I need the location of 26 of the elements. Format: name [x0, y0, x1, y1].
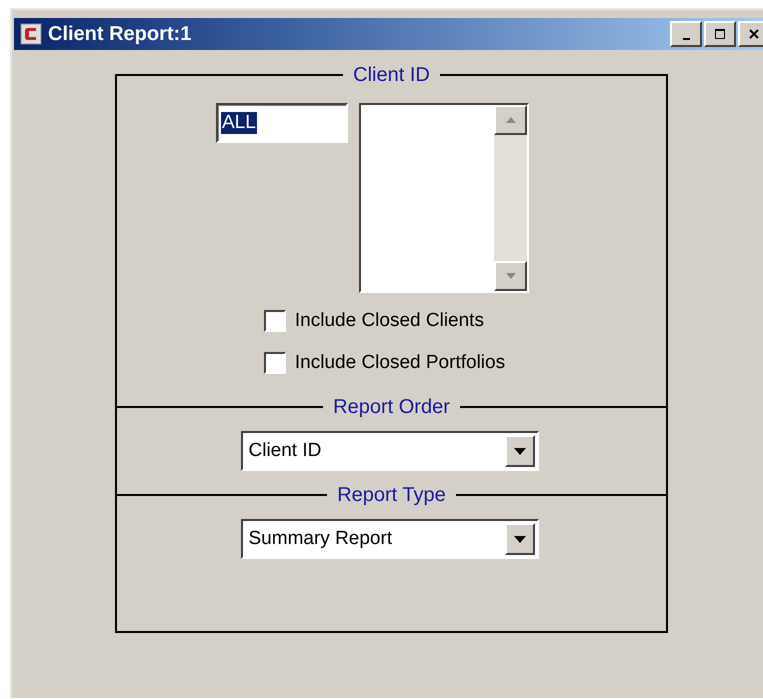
- section-title: Report Type: [336, 484, 447, 506]
- maximize-icon: [713, 27, 727, 41]
- caret-icon: [514, 448, 526, 454]
- dropdown[interactable]: Summary Report: [240, 519, 538, 559]
- client-list[interactable]: [359, 103, 529, 293]
- checkbox[interactable]: [264, 310, 286, 332]
- section-title: Client ID: [352, 64, 431, 86]
- section-title: Report Order: [332, 396, 451, 418]
- up-arrow-icon: [504, 116, 516, 124]
- window-title: Client Report:1: [48, 22, 192, 46]
- checkbox[interactable]: [264, 352, 286, 374]
- scrollbar[interactable]: [494, 105, 527, 291]
- scroll-up-button[interactable]: [494, 105, 527, 135]
- minimize-button[interactable]: [670, 21, 702, 47]
- checkbox-label: Include Closed Clients: [294, 310, 484, 332]
- down-arrow-icon: [504, 272, 516, 280]
- dropdown[interactable]: Client ID: [240, 431, 538, 471]
- close-button[interactable]: [738, 21, 763, 47]
- client-id-field[interactable]: ALL: [216, 103, 348, 143]
- checkbox-label: Include Closed Portfolios: [294, 352, 506, 374]
- close-icon: [747, 27, 761, 41]
- scroll-down-button[interactable]: [494, 261, 527, 291]
- app-logo-icon: [20, 23, 42, 45]
- maximize-button[interactable]: [704, 21, 736, 47]
- caret-icon: [514, 536, 526, 542]
- minimize-icon: [682, 38, 690, 40]
